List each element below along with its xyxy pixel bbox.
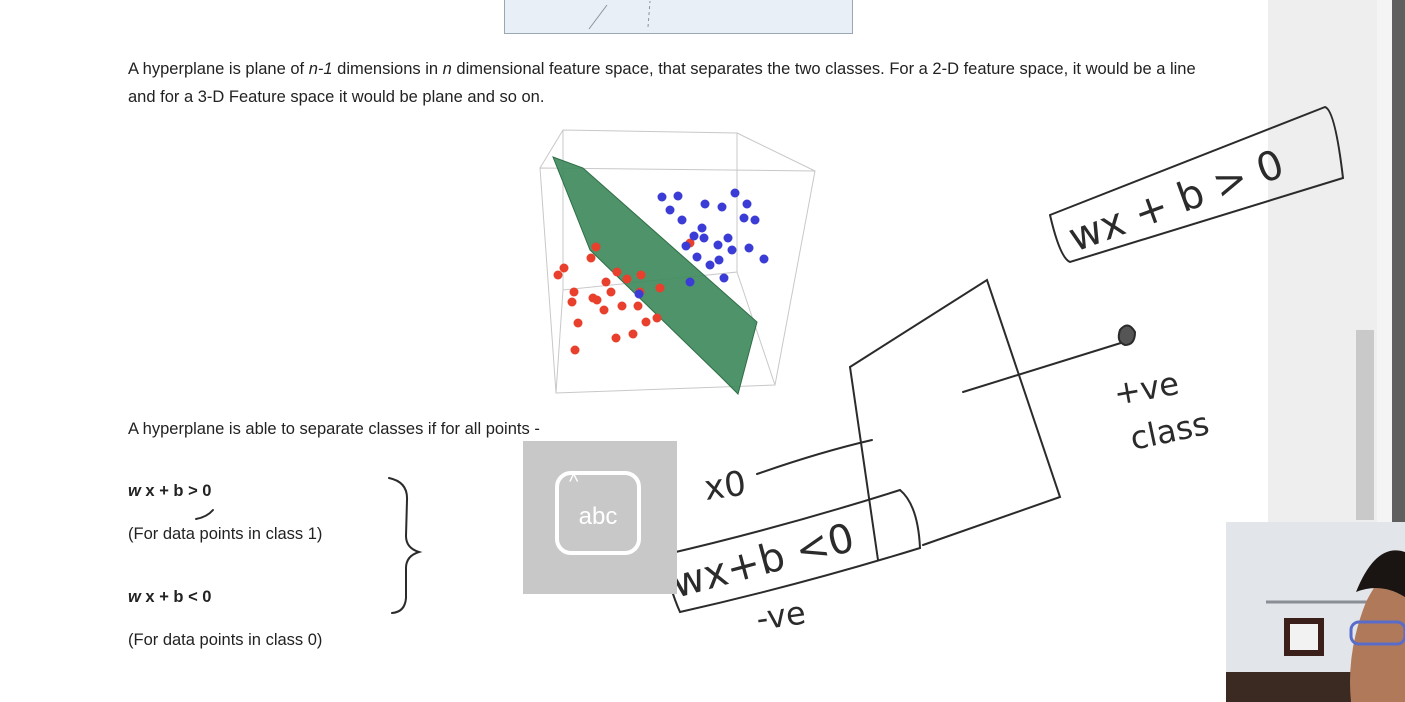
handwriting-input-icon: ^ abc xyxy=(555,471,641,555)
ink-text-box-bottom: wx+b <0 xyxy=(667,515,860,608)
webcam-overlay xyxy=(1226,522,1405,702)
ink-text-x0: x0 xyxy=(702,463,749,508)
ink-text-minus-class: -ve xyxy=(754,593,808,637)
ink-text-plus-class-2: class xyxy=(1127,404,1213,458)
ink-text-box-top: wx + b > 0 xyxy=(1063,141,1290,261)
webcam-feed xyxy=(1226,522,1405,702)
ink-text-plus-class: +ve xyxy=(1111,364,1182,413)
handwriting-input-button[interactable]: ^ abc xyxy=(523,441,677,594)
ink-text: wx + b > 0 +ve class x0 wx+b <0 -ve xyxy=(667,141,1290,638)
